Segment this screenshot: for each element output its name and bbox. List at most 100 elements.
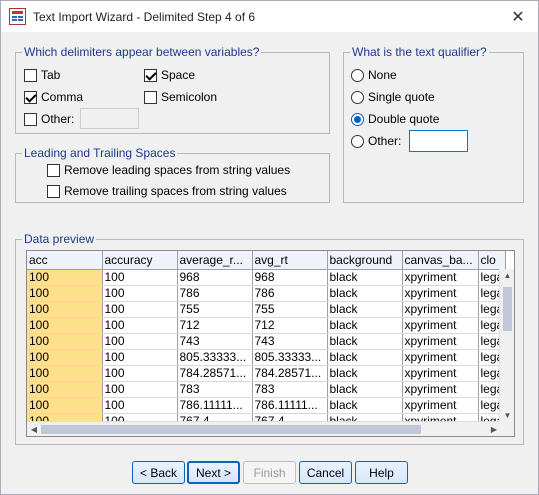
- tab-checkbox[interactable]: Tab: [24, 68, 60, 82]
- finish-button[interactable]: Finish: [243, 461, 296, 484]
- text-qualifier-group: What is the text qualifier? None Single …: [343, 45, 524, 203]
- comma-checkbox[interactable]: Comma: [24, 90, 83, 104]
- comma-checkbox-box[interactable]: [24, 90, 37, 104]
- table-cell: black: [327, 269, 403, 286]
- other-delimiter-label: Other:: [41, 112, 75, 126]
- scroll-up-arrow-icon[interactable]: ▲: [500, 269, 514, 283]
- table-cell: 786: [252, 285, 328, 302]
- text-qualifier-legend: What is the text qualifier?: [350, 45, 489, 59]
- space-checkbox-box[interactable]: [144, 68, 157, 82]
- data-preview-grid[interactable]: acc accuracy average_r... avg_rt backgro…: [26, 250, 515, 437]
- table-cell: 100: [27, 317, 103, 334]
- close-icon[interactable]: ✕: [498, 1, 538, 32]
- horizontal-scroll-thumb[interactable]: [41, 425, 421, 434]
- tab-checkbox-box[interactable]: [24, 68, 37, 82]
- cancel-button[interactable]: Cancel: [299, 461, 352, 484]
- help-button-label: Help: [369, 465, 394, 480]
- table-cell: 755: [177, 301, 253, 318]
- back-button-label: < Back: [139, 465, 178, 480]
- scroll-corner: [499, 421, 514, 436]
- table-cell: 755: [252, 301, 328, 318]
- qualifier-other-input[interactable]: [409, 130, 468, 152]
- semicolon-checkbox-box[interactable]: [144, 90, 157, 104]
- table-cell: 805.33333...: [252, 349, 328, 366]
- remove-trailing-checkbox[interactable]: Remove trailing spaces from string value…: [47, 184, 287, 198]
- qualifier-double-label: Double quote: [368, 112, 440, 126]
- qualifier-single-radio[interactable]: Single quote: [351, 90, 435, 104]
- cancel-button-label: Cancel: [306, 465, 345, 480]
- table-cell: xpyriment: [402, 349, 479, 366]
- qualifier-single-radio-circle[interactable]: [351, 90, 364, 104]
- column-header[interactable]: background: [327, 251, 403, 270]
- table-row: 100 100 968 968 black xpyriment lega: [27, 269, 507, 286]
- vertical-scrollbar[interactable]: ▲ ▼: [499, 269, 514, 423]
- table-cell: 100: [27, 381, 103, 398]
- semicolon-checkbox[interactable]: Semicolon: [144, 90, 217, 104]
- other-delimiter-checkbox[interactable]: Other:: [24, 112, 74, 126]
- next-button[interactable]: Next >: [187, 461, 240, 484]
- scroll-left-arrow-icon[interactable]: ◀: [27, 422, 41, 436]
- tab-label: Tab: [41, 68, 61, 82]
- table-cell: 743: [177, 333, 253, 350]
- column-header[interactable]: canvas_ba...: [402, 251, 479, 270]
- table-cell: 100: [102, 397, 178, 414]
- space-checkbox[interactable]: Space: [144, 68, 195, 82]
- horizontal-scrollbar[interactable]: ◀ ▶: [27, 421, 501, 436]
- qualifier-double-radio-circle[interactable]: [351, 112, 364, 126]
- qualifier-other-radio[interactable]: Other:: [351, 134, 401, 148]
- table-cell: black: [327, 285, 403, 302]
- table-cell: 100: [102, 333, 178, 350]
- table-cell: xpyriment: [402, 301, 479, 318]
- table-cell: 100: [102, 285, 178, 302]
- table-cell: 712: [177, 317, 253, 334]
- qualifier-double-radio[interactable]: Double quote: [351, 112, 439, 126]
- remove-trailing-label: Remove trailing spaces from string value…: [64, 184, 287, 198]
- other-delimiter-input[interactable]: [80, 108, 139, 129]
- table-cell: 784.28571...: [177, 365, 253, 382]
- table-cell: 100: [102, 317, 178, 334]
- qualifier-other-label: Other:: [368, 134, 402, 148]
- delimiters-group: Which delimiters appear between variable…: [15, 45, 330, 134]
- remove-trailing-checkbox-box[interactable]: [47, 184, 60, 198]
- table-cell: xpyriment: [402, 285, 479, 302]
- table-cell: 783: [252, 381, 328, 398]
- help-button[interactable]: Help: [355, 461, 408, 484]
- column-header[interactable]: avg_rt: [252, 251, 328, 270]
- header-row: acc accuracy average_r... avg_rt backgro…: [27, 251, 507, 270]
- table-cell: xpyriment: [402, 269, 479, 286]
- qualifier-other-radio-circle[interactable]: [351, 134, 364, 148]
- table-cell: 712: [252, 317, 328, 334]
- table-cell: 100: [102, 301, 178, 318]
- column-header[interactable]: acc: [27, 251, 103, 270]
- title-bar: Text Import Wizard - Delimited Step 4 of…: [1, 1, 538, 32]
- table-cell: black: [327, 317, 403, 334]
- semicolon-label: Semicolon: [161, 90, 218, 104]
- table-cell: 786.11111...: [252, 397, 328, 414]
- table-cell: 100: [27, 397, 103, 414]
- table-row: 100 100 786 786 black xpyriment lega: [27, 285, 507, 302]
- other-delimiter-checkbox-box[interactable]: [24, 112, 37, 126]
- qualifier-single-label: Single quote: [368, 90, 435, 104]
- column-header[interactable]: clo: [478, 251, 507, 270]
- table-cell: black: [327, 397, 403, 414]
- remove-leading-checkbox[interactable]: Remove leading spaces from string values: [47, 163, 290, 177]
- table-cell: xpyriment: [402, 333, 479, 350]
- remove-leading-label: Remove leading spaces from string values: [64, 163, 291, 177]
- qualifier-none-radio-circle[interactable]: [351, 68, 364, 82]
- table-cell: 743: [252, 333, 328, 350]
- remove-leading-checkbox-box[interactable]: [47, 163, 60, 177]
- window-title: Text Import Wizard - Delimited Step 4 of…: [33, 10, 256, 24]
- table-cell: 784.28571...: [252, 365, 328, 382]
- table-row: 100 100 784.28571... 784.28571... black xpyri…: [27, 365, 507, 382]
- table-cell: 100: [102, 269, 178, 286]
- spss-app-icon: [9, 8, 26, 25]
- table-cell: 968: [177, 269, 253, 286]
- column-header[interactable]: accuracy: [102, 251, 178, 270]
- table-cell: 786: [177, 285, 253, 302]
- column-header[interactable]: average_r...: [177, 251, 253, 270]
- qualifier-none-radio[interactable]: None: [351, 68, 397, 82]
- delimiters-legend: Which delimiters appear between variable…: [22, 45, 262, 59]
- back-button[interactable]: < Back: [132, 461, 185, 484]
- table-cell: 100: [102, 381, 178, 398]
- vertical-scroll-thumb[interactable]: [503, 287, 512, 331]
